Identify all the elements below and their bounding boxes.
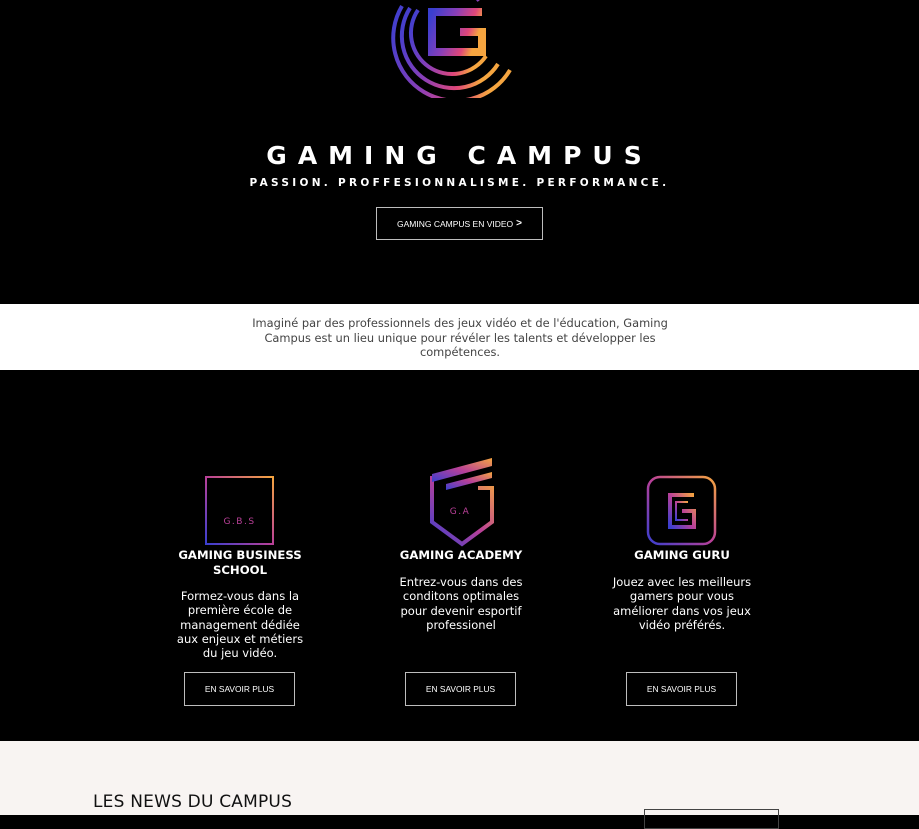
intro-text: Imaginé par des professionnels des jeux … — [252, 316, 668, 359]
gbs-logo-text: G.B.S — [223, 517, 255, 527]
brand-title: GAMING CAMPUS — [266, 141, 653, 170]
arrow-right-icon: > — [516, 218, 523, 229]
news-section: LES NEWS DU CAMPUS — [0, 741, 919, 829]
learn-more-button[interactable]: EN SAVOIR PLUS — [184, 672, 295, 706]
video-button[interactable]: GAMING CAMPUS EN VIDEO > — [376, 207, 543, 240]
school-description: Entrez-vous dans des conditons optimales… — [399, 575, 523, 632]
academy-shield-icon: G.A — [430, 458, 494, 547]
gbs-logo-icon: G.B.S — [205, 476, 274, 545]
gaming-campus-logo — [391, 0, 512, 98]
news-title: LES NEWS DU CAMPUS — [93, 792, 293, 812]
school-title: GAMING BUSINESS SCHOOL — [178, 548, 302, 577]
school-description: Formez-vous dans la première école de ma… — [176, 589, 304, 661]
learn-more-button[interactable]: EN SAVOIR PLUS — [626, 672, 737, 706]
schools-section: G.B.S GAMING BUSINESS SCHOOL Formez-vous… — [0, 370, 919, 741]
video-button-label: GAMING CAMPUS EN VIDEO — [396, 218, 514, 229]
brand-tagline: PASSION. PROFFESIONNALISME. PERFORMANCE. — [249, 177, 670, 189]
guru-logo-icon — [646, 475, 717, 546]
academy-logo-text: G.A — [450, 507, 471, 517]
learn-more-button[interactable]: EN SAVOIR PLUS — [405, 672, 516, 706]
school-title: GAMING GURU — [634, 548, 730, 562]
school-title: GAMING ACADEMY — [399, 548, 523, 562]
intro-section: Imaginé par des professionnels des jeux … — [0, 304, 919, 370]
news-filter-box[interactable] — [644, 809, 779, 829]
school-description: Jouez avec les meilleurs gamers pour vou… — [612, 575, 752, 632]
hero-section: GAMING CAMPUS PASSION. PROFFESIONNALISME… — [0, 0, 919, 304]
